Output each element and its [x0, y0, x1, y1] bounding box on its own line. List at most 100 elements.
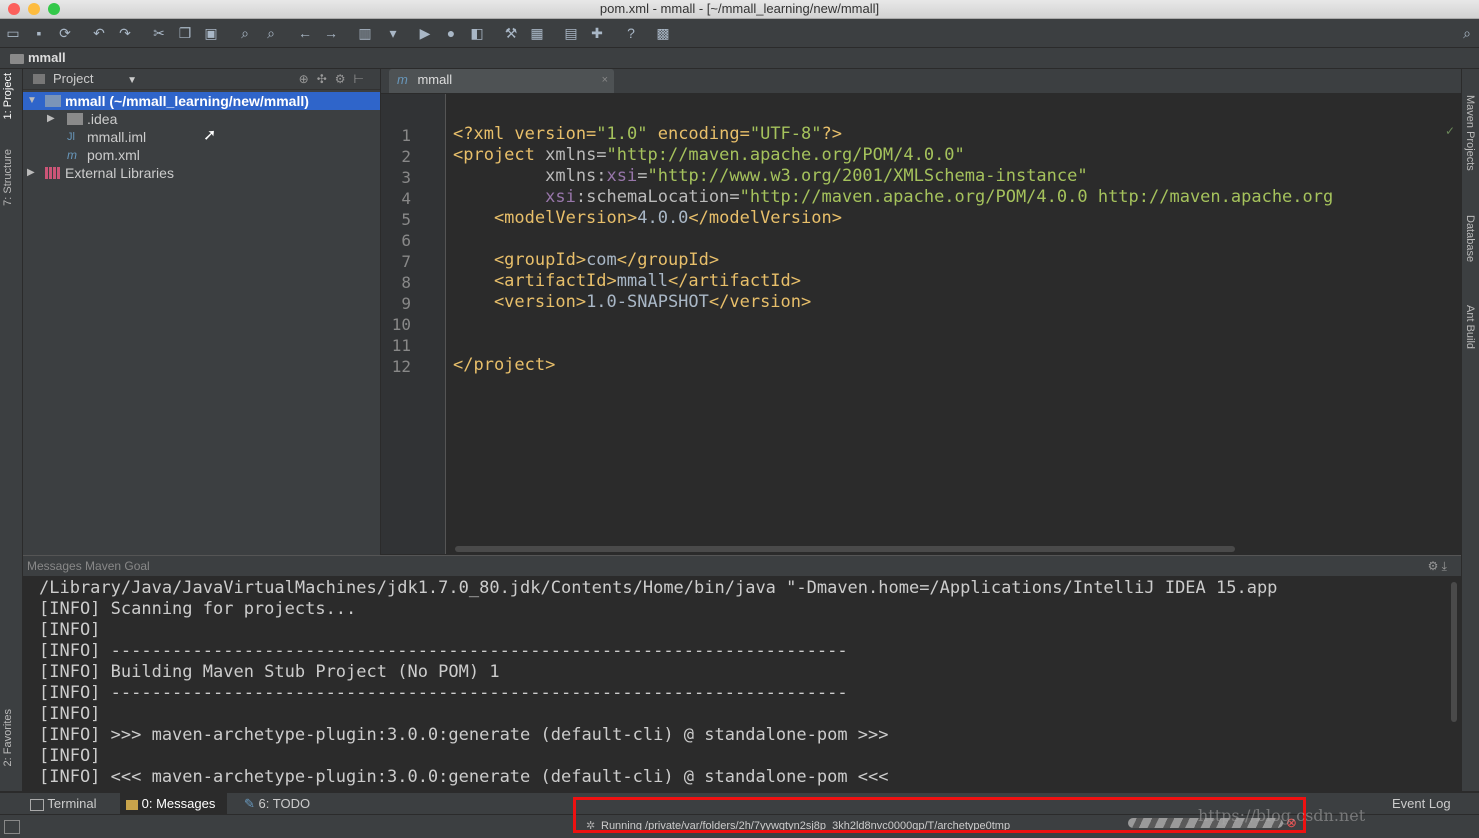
code-token: "http://maven.apache.org/POM/4.0.0" [606, 145, 965, 165]
project-tree: ▼ mmall (~/mmall_learning/new/mmall) ▶ .… [23, 90, 380, 182]
project-panel: Project ▼ ⊕✣⚙⊢ ▼ mmall (~/mmall_learning… [23, 69, 381, 555]
tree-item-mmall[interactable]: ▼ mmall (~/mmall_learning/new/mmall) [23, 92, 380, 110]
tree-item-label: mmall (~/mmall_learning/new/mmall) [65, 93, 309, 109]
favorites-tool-tab[interactable]: 2: Favorites [2, 709, 14, 766]
forward-icon[interactable]: → [322, 24, 340, 42]
line-number: 11 [391, 336, 411, 355]
copy-icon[interactable]: ❐ [176, 24, 194, 42]
run-icon[interactable]: ▶ [416, 24, 434, 42]
debug-icon[interactable]: ● [442, 24, 460, 42]
redo-icon[interactable]: ↷ [116, 24, 134, 42]
code-line[interactable]: xsi:schemaLocation="http://maven.apache.… [453, 187, 1333, 207]
expand-arrow-icon[interactable]: ▼ [27, 92, 37, 110]
chevron-down-icon[interactable]: ▼ [127, 75, 137, 86]
structure-tool-tab[interactable]: 7: Structure [2, 149, 14, 206]
replace-icon[interactable]: ⌕ [262, 24, 280, 42]
tab-terminal[interactable]: Terminal [30, 793, 97, 815]
highlight-annotation-box [573, 797, 1306, 833]
settings-icon[interactable]: ⚙ ⤓ [1428, 556, 1447, 576]
vcs-icon[interactable]: ⚒ [502, 24, 520, 42]
tool-windows-toggle-icon[interactable] [4, 820, 20, 834]
code-line[interactable]: </project> [453, 355, 555, 375]
window-title: pom.xml - mmall - [~/mmall_learning/new/… [599, 1, 880, 16]
code-line[interactable]: <artifactId>mmall</artifactId> [453, 271, 801, 291]
cut-icon[interactable]: ✂ [150, 24, 168, 42]
tree-item-label: pom.xml [87, 147, 140, 163]
console-line: [INFO] Building Maven Stub Project (No P… [39, 662, 500, 682]
undo-icon[interactable]: ↶ [90, 24, 108, 42]
code-token: <version> [453, 292, 587, 312]
project-view-selector[interactable]: Project [53, 71, 93, 86]
code-token: <groupId> [453, 250, 587, 270]
code-line[interactable]: <groupId>com</groupId> [453, 250, 719, 270]
code-token: "http://maven.apache.org/POM/4.0.0 http:… [739, 187, 1334, 207]
ant-build-tool-tab[interactable]: Ant Build [1464, 305, 1476, 349]
line-number: 9 [401, 294, 411, 313]
messages-panel-header: Messages Maven Goal ⚙ ⤓ [23, 556, 1461, 576]
code-line[interactable]: <version>1.0-SNAPSHOT</version> [453, 292, 811, 312]
open-folder-icon[interactable]: ▭ [4, 24, 22, 42]
code-token: 4.0.0 [637, 208, 689, 228]
collapse-arrow-icon[interactable]: ▶ [47, 110, 55, 128]
tree-item-idea[interactable]: ▶ .idea [23, 110, 380, 128]
line-number: 12 [391, 357, 411, 376]
tab-todo[interactable]: ✎ 6: TODO [244, 793, 310, 815]
save-icon[interactable]: ▪ [30, 24, 48, 42]
database-tool-tab[interactable]: Database [1464, 215, 1476, 262]
close-tab-icon[interactable]: × [602, 69, 608, 91]
back-icon[interactable]: ← [296, 24, 314, 42]
folder-icon [10, 53, 24, 64]
tab-mmall[interactable]: m mmall × [389, 69, 614, 93]
messages-panel-title: Messages Maven Goal [27, 559, 150, 573]
code-token: </groupId> [616, 250, 720, 270]
tab-messages[interactable]: 0: Messages [120, 793, 228, 815]
tab-messages-label: 0: Messages [141, 796, 216, 811]
build-icon[interactable]: ▥ [356, 24, 374, 42]
find-icon[interactable]: ⌕ [236, 24, 254, 42]
project-panel-actions[interactable]: ⊕✣⚙⊢ [299, 69, 372, 89]
horizontal-scrollbar[interactable] [455, 546, 1235, 552]
line-number: 8 [401, 273, 411, 292]
line-number: 10 [391, 315, 411, 334]
line-number: 4 [401, 189, 411, 208]
maven-projects-tool-tab[interactable]: Maven Projects [1464, 95, 1476, 171]
window-title-bar: pom.xml - mmall - [~/mmall_learning/new/… [0, 0, 1479, 19]
terminal-icon[interactable]: ▩ [654, 24, 672, 42]
minimize-window-button[interactable] [28, 3, 40, 15]
code-token: com [586, 250, 617, 270]
module-folder-icon [45, 95, 61, 107]
code-line[interactable]: <?xml version="1.0" encoding="UTF-8"?> [453, 124, 842, 144]
code-token: mmall [616, 271, 668, 291]
tree-item-external-libraries[interactable]: ▶ External Libraries [23, 164, 380, 182]
help-icon[interactable]: ? [622, 24, 640, 42]
tree-item-pom-xml[interactable]: m pom.xml [23, 146, 380, 164]
tree-item-mmall-iml[interactable]: Jl mmall.iml [23, 128, 380, 146]
folder-icon [67, 113, 83, 125]
coverage-icon[interactable]: ◧ [468, 24, 486, 42]
vertical-scrollbar[interactable] [1451, 582, 1457, 722]
sdk-icon[interactable]: ▤ [562, 24, 580, 42]
code-line[interactable]: <modelVersion>4.0.0</modelVersion> [453, 208, 842, 228]
maven-file-icon: m [397, 72, 408, 87]
project-tool-tab[interactable]: 1: Project [2, 73, 14, 119]
run-config-dropdown-icon[interactable]: ▾ [384, 24, 402, 42]
close-window-button[interactable] [8, 3, 20, 15]
messages-panel: Messages Maven Goal ⚙ ⤓ /Library/Java/Ja… [23, 555, 1461, 792]
sync-icon[interactable]: ⟳ [56, 24, 74, 42]
code-token: <project [453, 145, 546, 165]
editor-tab-bar: m mmall × [381, 69, 1461, 94]
breadcrumb-project[interactable]: mmall [28, 50, 66, 65]
code-editor[interactable]: 1 2 3 4 5 6 7 8 9 10 11 12 <?xml version="1.0" enco… [381, 94, 1461, 554]
paste-icon[interactable]: ▣ [202, 24, 220, 42]
code-line[interactable]: <project xmlns="http://maven.apache.org/… [453, 145, 965, 165]
console-line: [INFO] ---------------------------------… [39, 641, 848, 661]
console-line: [INFO] [39, 704, 101, 724]
zoom-window-button[interactable] [48, 3, 60, 15]
collapse-arrow-icon[interactable]: ▶ [27, 164, 35, 182]
search-everywhere-icon[interactable]: ⌕ [1458, 24, 1476, 42]
line-number: 1 [401, 126, 411, 145]
project-structure-icon[interactable]: ▦ [528, 24, 546, 42]
tab-event-log[interactable]: Event Log [1392, 793, 1451, 815]
code-line[interactable]: xmlns:xsi="http://www.w3.org/2001/XMLSch… [453, 166, 1088, 186]
plugin-icon[interactable]: ✚ [588, 24, 606, 42]
